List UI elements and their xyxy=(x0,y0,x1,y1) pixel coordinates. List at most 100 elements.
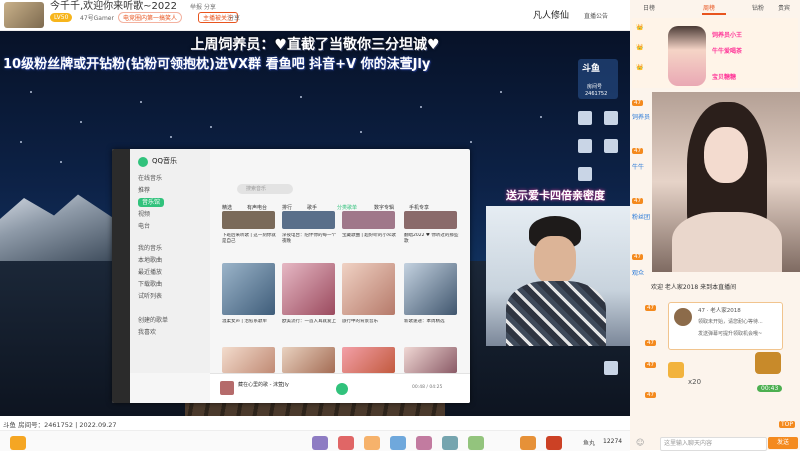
chat-username[interactable]: 牛牛 xyxy=(632,162,644,171)
level-badge: 47 xyxy=(632,254,643,260)
playlist-caption[interactable]: 温柔女声 | 治愈系歌单 xyxy=(222,319,278,331)
qq-tab[interactable]: 手机专享 xyxy=(409,204,429,211)
chat-username[interactable]: 饲养员 xyxy=(632,112,650,121)
playlist-cover[interactable] xyxy=(222,211,275,229)
qq-tab[interactable]: 数字专辑 xyxy=(374,204,394,211)
video-player[interactable]: 上周饲养员：♥直截了当敬你三分坦诚♥ 10级粉丝牌或开钻粉(钻粉可领抱枕)进VX… xyxy=(0,31,630,416)
rank-name[interactable]: 宝贝糖糖 xyxy=(712,72,736,81)
gift-icon[interactable] xyxy=(546,436,562,450)
qq-nav-item[interactable]: 下载歌曲 xyxy=(138,279,162,288)
playlist-cover[interactable] xyxy=(282,347,335,373)
popup-avatar xyxy=(674,308,692,326)
overlay-text-promo: 10级粉丝牌或开钻粉(钻粉可领抱枕)进VX群 看鱼吧 抖音+V 你的沫萱Jly xyxy=(3,57,431,72)
chat-input-placeholder: 这里输入聊天内容 xyxy=(664,440,713,447)
gift-icon[interactable] xyxy=(416,436,432,450)
gift-icon[interactable] xyxy=(364,436,380,450)
gift-icon[interactable] xyxy=(338,436,354,450)
gift-icon[interactable] xyxy=(390,436,406,450)
rank-badge[interactable]: 电竞圈内第一搞笑人 xyxy=(118,12,183,23)
share-link[interactable]: 分享 xyxy=(228,13,240,22)
playlist-cover[interactable] xyxy=(282,263,335,315)
popup-title: 47 · 老人家2018 xyxy=(698,308,741,314)
playlist-cover[interactable] xyxy=(282,211,335,229)
playlist-cover[interactable] xyxy=(222,263,275,315)
game-logo: 凡人修仙 xyxy=(533,11,570,21)
now-playing-title: 藏在心里的歌 - 沫萱Jly xyxy=(238,382,289,388)
qq-nav-item-active[interactable]: 音乐馆 xyxy=(138,198,165,207)
qq-nav-item[interactable]: 试听列表 xyxy=(138,291,162,300)
desktop-icon xyxy=(578,111,592,125)
qq-tab[interactable]: 精选 xyxy=(222,204,232,211)
rank-icon: 👑 xyxy=(636,44,644,51)
send-button[interactable]: 发送 xyxy=(768,437,798,449)
gift-icon[interactable] xyxy=(520,436,536,450)
qq-search-placeholder: 搜索音乐 xyxy=(246,186,267,192)
qq-nav-item[interactable]: 我喜欢 xyxy=(138,327,156,336)
qq-nav-section: 创建的歌单 xyxy=(138,317,169,324)
chat-username[interactable]: 观众 xyxy=(632,268,644,277)
chat-username[interactable]: 粉丝团 xyxy=(632,212,650,221)
scroll-top-button[interactable]: TOP xyxy=(779,421,796,428)
playlist-caption[interactable]: 旅行中的背景音乐 xyxy=(342,319,398,331)
now-playing-cover[interactable] xyxy=(220,381,234,395)
qq-nav-item[interactable]: 视频 xyxy=(138,209,150,218)
playlist-caption[interactable]: 下班后来听歌 | 这一刻你就是自己 xyxy=(222,233,278,245)
playlist-caption[interactable]: 深夜电台：陪伴你的每一个夜晚 xyxy=(282,233,338,245)
room-label: 房间号 xyxy=(587,84,603,90)
playlist-cover[interactable] xyxy=(342,263,395,315)
treasure-chest-icon[interactable] xyxy=(755,352,781,374)
playlist-caption[interactable]: 宝藏歌曲 | 超好听的小众歌 xyxy=(342,233,398,245)
streamer-avatar[interactable] xyxy=(4,2,44,28)
chest-timer: 00:43 xyxy=(757,385,783,392)
qq-nav-item[interactable]: 本地歌曲 xyxy=(138,255,162,264)
tab-daily-rank[interactable]: 日榜 xyxy=(643,3,655,12)
qq-nav-item[interactable]: 最近播放 xyxy=(138,267,162,276)
tab-diamond-fans[interactable]: 钻粉 xyxy=(752,3,764,12)
gift-icon[interactable] xyxy=(468,436,484,450)
trophy-icon[interactable] xyxy=(10,436,26,450)
playlist-cover[interactable] xyxy=(222,347,275,373)
qq-nav-section: 在线音乐 xyxy=(138,175,163,182)
emoji-icon[interactable]: ☺ xyxy=(636,438,644,447)
tab-weekly-rank[interactable]: 周榜 xyxy=(703,3,715,12)
rank-icon: 👑 xyxy=(636,64,644,71)
level-badge: 47 xyxy=(645,362,656,368)
qq-tab-active[interactable]: 分类歌单 xyxy=(337,204,357,211)
gift-icon[interactable] xyxy=(442,436,458,450)
playlist-cover[interactable] xyxy=(342,347,395,373)
playlist-caption[interactable]: 新歌速递：本周精选 xyxy=(404,319,460,331)
fishball-label: 鱼丸 xyxy=(583,440,596,447)
play-pause-icon[interactable] xyxy=(336,383,348,395)
playlist-cover[interactable] xyxy=(342,211,395,229)
popup-line: 领取未开始，请您耐心等待... xyxy=(698,319,763,325)
level-badge: 47 xyxy=(632,100,643,106)
level-badge: 47 xyxy=(632,148,643,154)
qq-music-window[interactable]: QQ音乐 在线音乐 推荐 音乐馆 视频 电台 我的音乐 本地歌曲 最近播放 下载… xyxy=(112,149,470,403)
gift-icon xyxy=(668,362,684,378)
qq-tab[interactable]: 排行 xyxy=(282,204,292,211)
qq-nav-item[interactable]: 推荐 xyxy=(138,185,150,194)
level-badge: 47 xyxy=(645,340,656,346)
desktop-icon xyxy=(604,111,618,125)
qq-nav-item[interactable]: 电台 xyxy=(138,221,150,230)
notice-link[interactable]: 直播公告 xyxy=(584,11,608,20)
gift-multiplier: x20 xyxy=(688,378,702,386)
qq-tab[interactable]: 歌手 xyxy=(307,204,317,211)
rank-name[interactable]: 饲养员小王 xyxy=(712,30,742,39)
playlist-cover[interactable] xyxy=(404,347,457,373)
level-badge: LV50 xyxy=(50,13,73,22)
qq-music-logo-icon xyxy=(138,157,148,167)
rank-name[interactable]: 牛牛爱喝茶 xyxy=(712,46,742,55)
category-link[interactable]: 47号Gamer xyxy=(80,13,114,22)
playlist-cover[interactable] xyxy=(404,211,457,229)
desktop-icon xyxy=(578,167,592,181)
playlist-caption[interactable]: 翻唱2022 ♥ 你听过的那些歌 xyxy=(404,233,460,245)
tab-vip[interactable]: 贵宾 xyxy=(778,3,790,12)
gift-icon[interactable] xyxy=(312,436,328,450)
room-id: 2461752 xyxy=(585,91,608,97)
report-link[interactable]: 举报 分享 xyxy=(190,2,216,11)
playlist-caption[interactable]: 欧美流行：一首入耳就爱上 xyxy=(282,319,338,331)
playlist-cover[interactable] xyxy=(404,263,457,315)
welcome-message: 欢迎 老人家2018 来到本直播间 xyxy=(651,284,737,291)
qq-tab[interactable]: 有声电台 xyxy=(247,204,267,211)
